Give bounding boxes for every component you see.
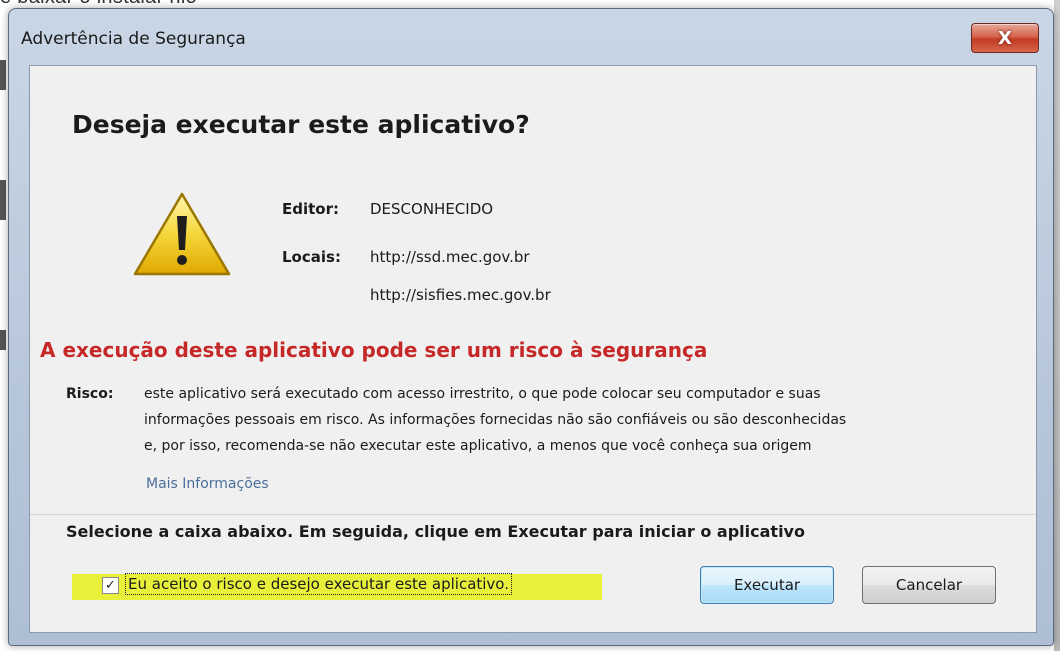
background-edge-mark bbox=[0, 330, 6, 350]
instruction-text: Selecione a caixa abaixo. Em seguida, cl… bbox=[66, 522, 805, 541]
window-title: Advertência de Segurança bbox=[21, 29, 246, 49]
background-scroll-edge bbox=[1054, 0, 1060, 651]
checkmark-icon: ✓ bbox=[105, 578, 116, 593]
risk-description-line: este aplicativo será executado com acess… bbox=[144, 386, 821, 402]
risk-heading: A execução deste aplicativo pode ser um … bbox=[40, 338, 708, 362]
run-button[interactable]: Executar bbox=[700, 566, 834, 604]
background-edge-mark bbox=[0, 60, 6, 90]
editor-value: DESCONHECIDO bbox=[370, 200, 494, 218]
editor-label: Editor: bbox=[282, 200, 339, 218]
close-button[interactable]: X bbox=[971, 23, 1039, 53]
dialog-heading: Deseja executar este aplicativo? bbox=[72, 110, 530, 139]
security-warning-window: Advertência de Segurança X Deseja execut… bbox=[8, 8, 1054, 646]
accept-risk-checkbox[interactable]: ✓ bbox=[102, 577, 119, 594]
risk-description-line: informações pessoais em risco. As inform… bbox=[144, 412, 847, 428]
location-item: http://ssd.mec.gov.br bbox=[370, 248, 530, 266]
close-icon: X bbox=[998, 27, 1012, 49]
risk-label: Risco: bbox=[66, 386, 114, 402]
location-item: http://sisfies.mec.gov.br bbox=[370, 286, 551, 304]
cancel-button[interactable]: Cancelar bbox=[862, 566, 996, 604]
accept-risk-label[interactable]: Eu aceito o risco e desejo executar este… bbox=[125, 573, 512, 595]
divider bbox=[30, 514, 1036, 515]
more-info-link[interactable]: Mais Informações bbox=[146, 476, 269, 492]
locations-label: Locais: bbox=[282, 248, 341, 266]
risk-description-line: e, por isso, recomenda-se não executar e… bbox=[144, 438, 812, 454]
warning-icon bbox=[133, 192, 231, 276]
background-edge-mark bbox=[0, 180, 6, 220]
dialog-body: Deseja executar este aplicativo? Editor:… bbox=[29, 65, 1037, 633]
